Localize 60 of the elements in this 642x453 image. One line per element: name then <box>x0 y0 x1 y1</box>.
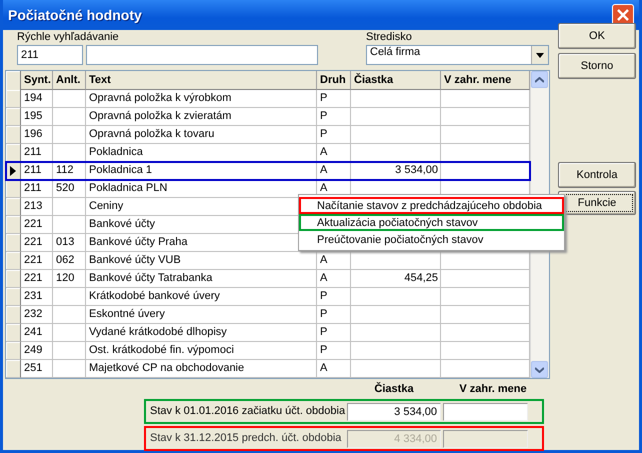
table-cell-text: 251 <box>23 361 44 376</box>
table-cell-text: Opravná položka k tovaru <box>88 127 216 142</box>
table-cell-text: Opravná položka k zvieratám <box>88 109 232 124</box>
table-cell-text: Bankové účty <box>88 217 156 232</box>
amount-field: 4 334,00 <box>347 430 441 448</box>
table-cell-text: P <box>319 325 328 340</box>
table-cell-text: A <box>319 145 328 160</box>
table-cell-text: 520 <box>55 181 76 196</box>
table-cell-text: 231 <box>23 289 44 304</box>
table-cell-text: P <box>319 289 328 304</box>
column-header: Čiastka <box>373 381 415 397</box>
table-cell-text: A <box>319 163 328 178</box>
table-cell-text: Opravná položka k výrobkom <box>88 91 232 106</box>
table-cell-text: 249 <box>23 343 44 358</box>
table-cell-text: Pokladnica <box>88 145 144 160</box>
field-label: Stredisko <box>366 30 413 44</box>
table-cell-text: Bankové účty Tatrabanka <box>88 271 214 286</box>
table-cell-text: 195 <box>23 109 44 124</box>
table-cell-text: 232 <box>23 307 44 322</box>
table-cell-text: 062 <box>55 253 76 268</box>
table-cell-text: 196 <box>23 127 44 142</box>
table-cell-text: Bankové účty VUB <box>88 253 182 268</box>
table-cell-text: A <box>319 271 328 286</box>
table-cell-text: A <box>319 253 328 268</box>
table-cell-text: A <box>319 361 328 376</box>
total-label: Stav k 01.01.2016 začiatku účt. obdobia <box>144 399 346 424</box>
table-cell-text: 3 534,00 <box>394 163 439 178</box>
table-cell-text: Pokladnica 1 <box>88 163 153 178</box>
window-title: Počiatočné hodnoty <box>8 7 142 23</box>
table-cell-text: A <box>319 181 328 196</box>
table-cell-text: 013 <box>55 235 76 250</box>
table-cell-text: Bankové účty Praha <box>88 235 188 250</box>
table-cell-text: 194 <box>23 91 44 106</box>
table-cell-text: Eskontné úvery <box>88 307 166 322</box>
table-cell-text: 221 <box>23 271 44 286</box>
table-cell-text: Ceniny <box>88 199 124 214</box>
table-cell-text: 221 <box>23 253 44 268</box>
table-cell-text: Vydané krátkodobé dlhopisy <box>88 325 228 340</box>
table-cell-text: P <box>319 127 328 142</box>
table-cell-text: Ost. krátkodobé fin. výpomoci <box>88 343 235 358</box>
table-cell-text: 120 <box>55 271 76 286</box>
table-cell-text: P <box>319 343 328 358</box>
table-cell-text: Krátkodobé bankové úvery <box>88 289 221 304</box>
total-label: Stav k 31.12.2015 predch. účt. obdobia <box>144 426 346 451</box>
table-cell-text: P <box>319 91 328 106</box>
table-cell-text: 112 <box>55 163 75 178</box>
table-cell-text: 211 <box>23 163 43 178</box>
table-cell-text: P <box>319 109 328 124</box>
table-cell-text: 221 <box>23 235 44 250</box>
table-cell-text: Majetkové CP na obchodovanie <box>88 361 246 376</box>
table-cell-text: 211 <box>23 181 43 196</box>
table-cell-text: 213 <box>23 199 44 214</box>
table-cell-text: 211 <box>23 145 43 160</box>
field-label: Rýchle vyhľadávanie <box>17 30 120 44</box>
table-cell-text: 241 <box>23 325 44 340</box>
table-cell-text: 454,25 <box>403 271 439 286</box>
table-cell-text: P <box>319 307 328 322</box>
column-header: V zahr. mene <box>458 382 528 397</box>
table-cell-text: Pokladnica PLN <box>88 181 168 196</box>
table-cell-text: 221 <box>23 217 44 232</box>
